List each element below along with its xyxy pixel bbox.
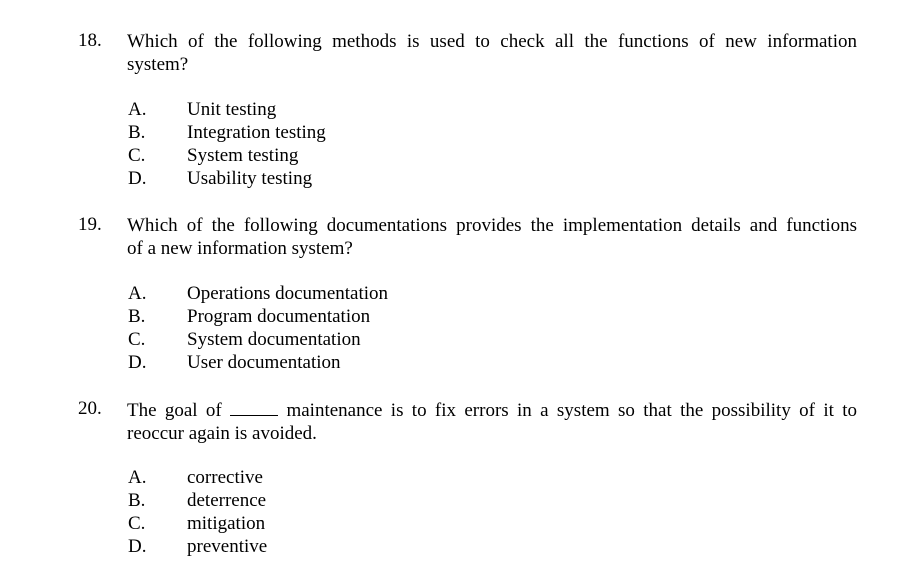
- fill-in-blank: [230, 398, 279, 416]
- question-number: 18.: [78, 30, 102, 51]
- question-text: Which of the following documentations pr…: [127, 215, 857, 259]
- question-number: 19.: [78, 214, 102, 235]
- question-text: The goal of maintenance is to fix errors…: [127, 398, 858, 444]
- question-text: Which of the following methods is used t…: [127, 31, 857, 75]
- question-number: 20.: [78, 398, 102, 419]
